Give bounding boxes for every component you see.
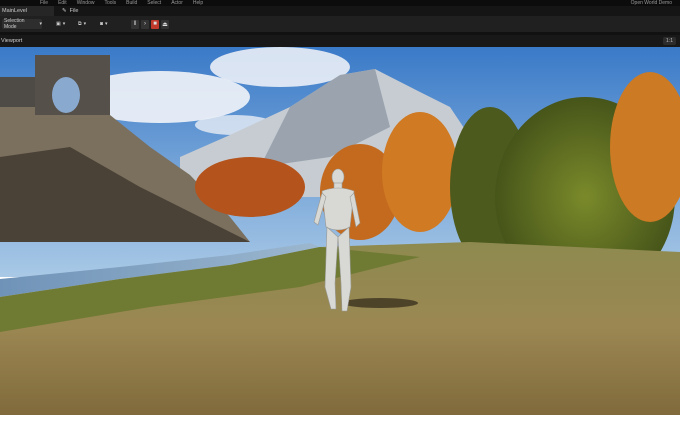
- cinematics-button[interactable]: ◙ ▾: [100, 19, 108, 29]
- chevron-down-icon: ▾: [62, 21, 66, 27]
- viewport-label: Viewport: [1, 38, 23, 44]
- autumn-trees: [195, 157, 305, 217]
- viewport-options-button[interactable]: 1:1: [663, 37, 676, 45]
- pause-icon: ‖: [133, 21, 137, 27]
- frame-step-button[interactable]: ›: [141, 19, 149, 29]
- stop-button[interactable]: ■: [151, 19, 159, 29]
- play-controls: ‖ › ■ ⏏: [131, 19, 169, 29]
- file-label: File: [69, 8, 79, 14]
- game-viewport[interactable]: [0, 47, 680, 415]
- viewport-header: Viewport 1:1: [0, 35, 680, 47]
- tab-bar: MainLevel ✎ File: [0, 6, 680, 16]
- clapper-icon: ◙: [100, 21, 104, 27]
- ruin-arch: [52, 77, 80, 113]
- character-shadow: [342, 298, 418, 308]
- step-icon: ›: [144, 21, 146, 27]
- eject-icon: ⏏: [162, 21, 168, 28]
- eject-button[interactable]: ⏏: [161, 19, 169, 29]
- stop-icon: ■: [153, 21, 157, 27]
- chevron-down-icon: ▾: [105, 21, 108, 27]
- chevron-down-icon: ▾: [39, 21, 42, 27]
- pause-button[interactable]: ‖: [131, 19, 139, 29]
- blueprint-icon: ⧉: [78, 21, 82, 27]
- file-icon: ✎: [62, 8, 67, 14]
- add-actor-button[interactable]: ▣ ▾: [56, 19, 65, 29]
- chevron-down-icon: ▾: [83, 21, 87, 27]
- mode-dropdown[interactable]: Selection Mode ▾: [2, 18, 42, 30]
- cube-icon: ▣: [56, 21, 61, 27]
- cloud: [210, 47, 350, 87]
- mode-label: Selection Mode: [4, 18, 25, 30]
- autumn-trees: [382, 112, 458, 232]
- file-menu[interactable]: ✎ File: [62, 6, 78, 16]
- level-tab[interactable]: MainLevel: [0, 6, 54, 16]
- scene-render: [0, 47, 680, 415]
- toolbar: Selection Mode ▾ ▣ ▾ ⧉ ▾ ◙ ▾ ‖ › ■ ⏏: [0, 16, 680, 32]
- blueprint-button[interactable]: ⧉ ▾: [78, 19, 86, 29]
